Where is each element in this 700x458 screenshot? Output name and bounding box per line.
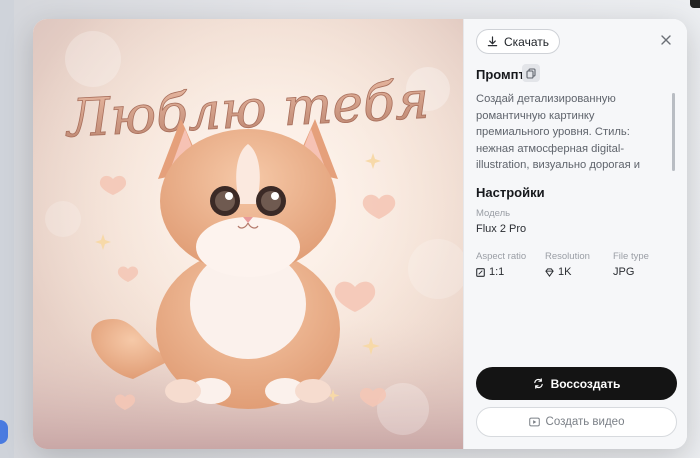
file-type-label: File type xyxy=(613,251,649,262)
aspect-ratio-label: Aspect ratio xyxy=(476,251,527,262)
download-icon xyxy=(487,36,498,47)
aspect-ratio-value: 1:1 xyxy=(476,266,504,278)
copy-icon xyxy=(526,67,536,79)
model-value: Flux 2 Pro xyxy=(476,223,526,235)
resolution-text: 1K xyxy=(558,266,572,278)
video-icon xyxy=(528,417,540,427)
download-button[interactable]: Скачать xyxy=(476,29,560,54)
close-icon xyxy=(661,35,671,45)
prompt-scrollbar-thumb[interactable] xyxy=(672,93,675,171)
details-panel: Скачать Промпт Создай детализированную р… xyxy=(463,19,687,449)
prompt-text: Создай детализированную романтичную карт… xyxy=(476,93,640,171)
resolution-label: Resolution xyxy=(545,251,590,262)
aspect-ratio-icon xyxy=(476,267,485,277)
prompt-scrollbar[interactable] xyxy=(672,93,675,171)
backdrop-sidebar-edge xyxy=(0,0,14,458)
settings-heading: Настройки xyxy=(476,185,545,200)
file-type-value: JPG xyxy=(613,266,634,278)
cat-illustration: Люблю тебя xyxy=(33,19,463,449)
download-label: Скачать xyxy=(504,34,549,49)
create-video-label: Создать видео xyxy=(545,416,625,428)
diamond-icon xyxy=(545,267,554,277)
create-video-button[interactable]: Создать видео xyxy=(476,407,677,437)
backdrop-corner xyxy=(690,0,700,8)
image-detail-modal: Люблю тебя Скачать Промпт Создай детализ… xyxy=(33,19,687,449)
repeat-icon xyxy=(533,378,543,389)
generated-image: Люблю тебя xyxy=(33,19,463,449)
aspect-ratio-text: 1:1 xyxy=(489,266,505,278)
file-type-text: JPG xyxy=(613,266,635,278)
resolution-value: 1K xyxy=(545,266,571,278)
close-button[interactable] xyxy=(659,33,673,47)
model-label: Модель xyxy=(476,208,511,219)
prompt-heading: Промпт xyxy=(476,67,525,82)
recreate-button[interactable]: Воссоздать xyxy=(476,367,677,400)
copy-prompt-button[interactable] xyxy=(522,64,540,82)
recreate-label: Воссоздать xyxy=(550,376,621,391)
model-value-text: Flux 2 Pro xyxy=(476,223,527,235)
